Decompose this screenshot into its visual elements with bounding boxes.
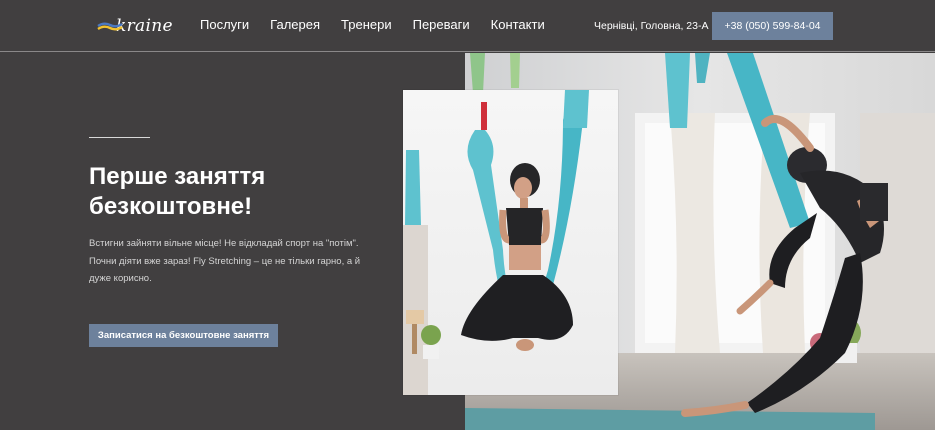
nav-item-services[interactable]: Послуги <box>200 17 249 32</box>
nav-item-advantages[interactable]: Переваги <box>413 17 470 32</box>
site-header: kraine Послуги Галерея Тренери Переваги … <box>0 0 935 52</box>
hero-title: Перше заняття безкоштовне! <box>89 163 266 220</box>
nav-item-trainers[interactable]: Тренери <box>341 17 392 32</box>
free-lesson-signup-button[interactable]: Записатися на безкоштовне заняття <box>89 324 278 347</box>
hero-description: Встигни зайняти вільне місце! Не відклад… <box>89 238 361 284</box>
flag-wave-icon <box>97 17 123 35</box>
address-text: Чернівці, Головна, 23-А <box>594 20 709 32</box>
logo[interactable]: kraine <box>97 15 173 37</box>
nav-item-gallery[interactable]: Галерея <box>270 17 320 32</box>
nav-item-contacts[interactable]: Контакти <box>491 17 545 32</box>
main-nav: Послуги Галерея Тренери Переваги Контакт… <box>200 17 545 32</box>
phone-button[interactable]: +38 (050) 599-84-04 <box>712 12 833 40</box>
logo-text: kraine <box>116 16 173 36</box>
hero-divider <box>89 137 150 138</box>
hero-photo-aerial-lotus <box>403 90 618 395</box>
